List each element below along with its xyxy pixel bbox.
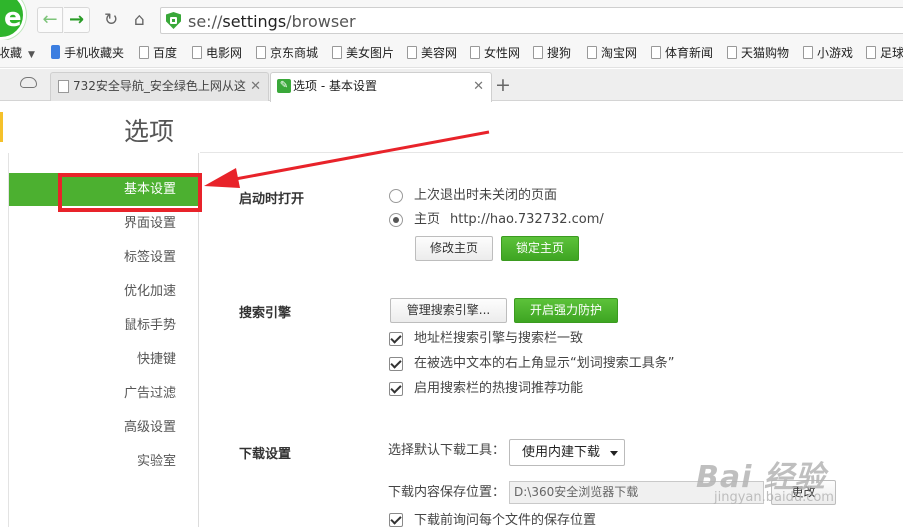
bookmark-item[interactable]: 手机收藏夹 [51,45,124,61]
tab-options-basic[interactable]: ✎ 选项 - 基本设置 ✕ [270,72,492,102]
page-icon [470,46,480,59]
word-search-toolbar-label: 在被选中文本的右上角显示“划词搜索工具条” [414,356,675,371]
wrench-icon: ✎ [277,79,291,93]
shield-icon [166,12,181,29]
download-path-label: 下载内容保存位置： [388,485,506,500]
startup-last-label: 上次退出时未关闭的页面 [414,188,558,203]
phone-icon [51,45,60,59]
startup-home-radio[interactable] [389,213,403,227]
sidebar-item-shortcuts[interactable]: 快捷键 [60,351,176,369]
bookmark-item[interactable]: 搜狗 [533,45,571,61]
startup-section-title: 启动时打开 [239,192,305,207]
bookmark-item[interactable]: 美女图片 [332,45,394,61]
divider [8,153,9,527]
bookmark-favorites[interactable]: 收藏 ▼ [0,45,35,63]
back-button[interactable]: ← [37,7,63,33]
enable-protection-button[interactable]: 开启强力防护 [514,298,618,323]
page-icon [139,46,149,59]
manage-search-engines-button[interactable]: 管理搜索引擎... [390,298,507,323]
tab-732-navigation[interactable]: 732安全导航_安全绿色上网从这 ✕ [50,72,269,101]
word-search-toolbar-checkbox[interactable] [389,357,403,371]
hot-search-checkbox[interactable] [389,382,403,396]
sidebar-item-interface[interactable]: 界面设置 [60,215,176,233]
sidebar-item-adblock[interactable]: 广告过滤 [60,385,176,403]
browser-logo-icon[interactable]: e [0,0,26,40]
page-icon [587,46,597,59]
bookmark-item[interactable]: 电影网 [192,45,242,61]
startup-home-label: 主页 [414,212,441,227]
page-icon [533,46,543,59]
refresh-icon[interactable]: ↻ [104,8,118,32]
page-icon [866,46,876,59]
chevron-down-icon [610,451,618,456]
ask-save-location-label: 下载前询问每个文件的保存位置 [414,513,597,527]
close-icon[interactable]: ✕ [250,73,261,100]
cloud-icon[interactable] [20,77,37,88]
new-tab-button[interactable]: + [495,73,511,97]
startup-last-radio[interactable] [389,189,403,203]
page-title: 选项 [124,117,175,146]
baidu-watermark: Bai 经验 jingyan.baidu.com [696,460,834,505]
download-section-title: 下载设置 [239,447,292,462]
page-icon [332,46,342,59]
page-icon [58,80,69,93]
bookmark-item[interactable]: 小游戏 [803,45,853,61]
page-icon [803,46,813,59]
home-url: http://hao.732732.com/ [450,212,604,227]
annotation-highlight-box [58,173,202,212]
sidebar-item-advanced[interactable]: 高级设置 [60,419,176,437]
bookmark-item[interactable]: 美容网 [407,45,457,61]
bookmarks-bar: 收藏 ▼ 手机收藏夹 百度 电影网 京东商城 美女图片 美容网 女性网 搜狗 淘宝… [0,40,903,68]
address-bar[interactable]: se://settings/browser [160,7,903,34]
sidebar-item-optimize[interactable]: 优化加速 [60,283,176,301]
annotation-arrow [204,130,490,188]
modify-homepage-button[interactable]: 修改主页 [415,236,493,261]
chevron-down-icon: ▼ [28,50,35,60]
tab-bar: 732安全导航_安全绿色上网从这 ✕ ✎ 选项 - 基本设置 ✕ + [0,69,903,102]
bookmark-item[interactable]: 京东商城 [256,45,318,61]
bookmark-item[interactable]: 百度 [139,45,177,61]
sidebar-item-mouse-gesture[interactable]: 鼠标手势 [60,317,176,335]
page-icon [256,46,266,59]
browser-window: e ← → ↻ ⌂ se://settings/browser 收藏 ▼ 手机收藏… [0,0,903,527]
search-section-title: 搜索引擎 [239,306,292,321]
download-tool-label: 选择默认下载工具： [388,443,506,458]
hot-search-label: 启用搜索栏的热搜词推荐功能 [414,381,584,396]
forward-button[interactable]: → [64,7,90,33]
ask-save-location-checkbox[interactable] [389,513,403,527]
sidebar-item-tabs[interactable]: 标签设置 [60,249,176,267]
lock-homepage-button[interactable]: 锁定主页 [501,236,579,261]
address-url: se://settings/browser [188,12,356,31]
page-icon [192,46,202,59]
page-icon [407,46,417,59]
page-icon [727,46,737,59]
bookmark-item[interactable]: 天猫购物 [727,45,789,61]
close-icon[interactable]: ✕ [473,73,484,100]
search-consistent-checkbox[interactable] [389,332,403,346]
sidebar-accent [0,112,3,142]
bookmark-item[interactable]: 体育新闻 [651,45,713,61]
bookmark-item[interactable]: 淘宝网 [587,45,637,61]
search-consistent-label: 地址栏搜索引擎与搜索栏一致 [414,331,584,346]
home-icon[interactable]: ⌂ [134,8,145,32]
page-icon [651,46,661,59]
bookmark-item[interactable]: 足球 [866,45,903,61]
download-tool-select[interactable]: 使用内建下载 [509,439,625,466]
bookmark-item[interactable]: 女性网 [470,45,520,61]
browser-toolbar: e ← → ↻ ⌂ se://settings/browser [0,0,903,40]
sidebar-item-lab[interactable]: 实验室 [60,453,176,471]
